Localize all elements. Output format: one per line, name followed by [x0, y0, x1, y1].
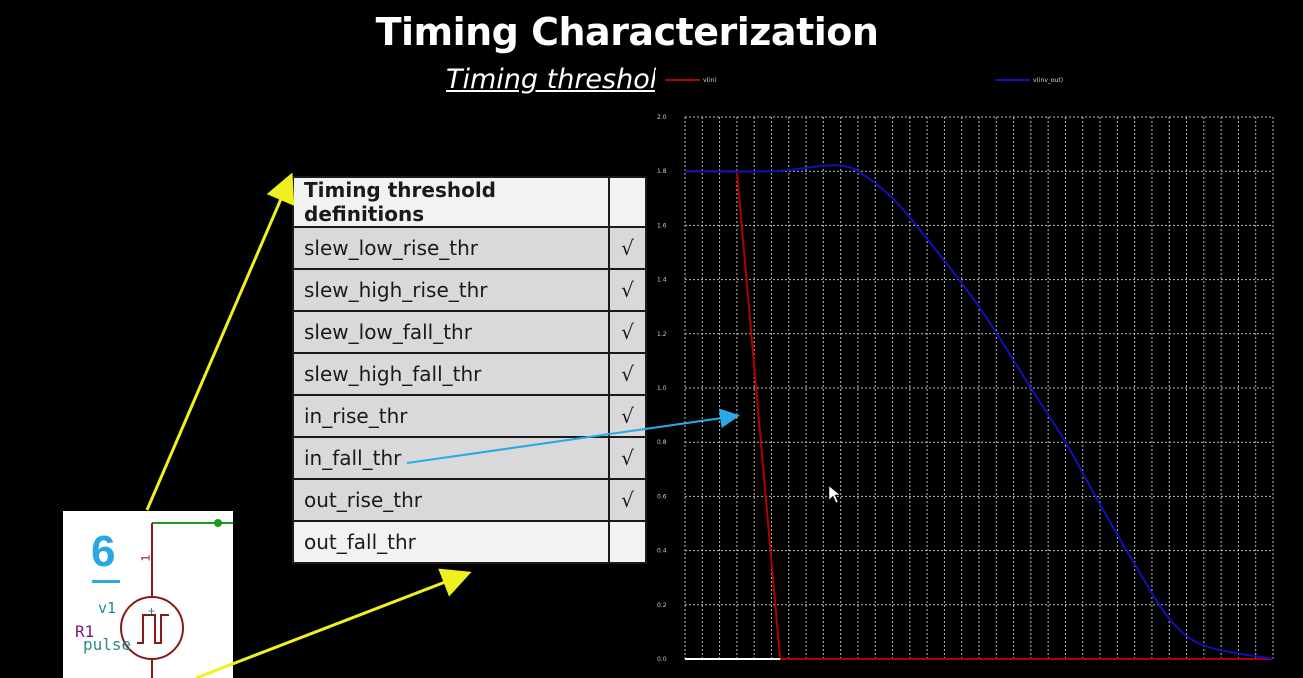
y-tick-label: 1.6	[657, 222, 667, 229]
source-label: v1	[98, 599, 117, 617]
threshold-row: out_rise_thr √	[292, 478, 647, 522]
schematic-snippet: + 6 v1 R1 pulse 1	[63, 511, 233, 678]
y-tick-label: 0.2	[657, 602, 667, 609]
yellow-arrow-to-table-bottom	[195, 568, 472, 678]
threshold-name: out_rise_thr	[292, 478, 610, 522]
y-tick-label: 1.4	[657, 277, 667, 284]
threshold-check-mark: √	[608, 478, 647, 522]
yellow-arrow-to-table	[145, 172, 295, 511]
threshold-name: slew_low_fall_thr	[292, 310, 610, 354]
y-tick-label: 0.6	[657, 493, 667, 500]
waveform-plot-svg: 2.0 1.8 1.6 1.4 1.2 1.0 0.8 0.6 0.4 0.2 0.0 v(in) v(…	[657, 77, 1274, 663]
threshold-row: in_fall_thr √	[292, 436, 647, 480]
threshold-name: slew_high_rise_thr	[292, 268, 610, 312]
y-tick-label: 1.2	[657, 331, 667, 338]
waveform-plot: 2.0 1.8 1.6 1.4 1.2 1.0 0.8 0.6 0.4 0.2 0.0 v(in) v(…	[655, 70, 1303, 678]
threshold-table-header-row: Timing threshold definitions	[292, 176, 647, 228]
slide-subtitle: Timing threshold	[446, 64, 656, 95]
threshold-name: in_fall_thr	[292, 436, 610, 480]
threshold-check-mark: √	[608, 436, 647, 480]
pin-label: 1	[138, 554, 153, 562]
y-tick-label: 0.8	[657, 439, 667, 446]
slide-title: Timing Characterization	[375, 10, 879, 54]
y-tick-label: 1.0	[657, 385, 667, 392]
threshold-name: slew_low_rise_thr	[292, 226, 610, 270]
schematic-number-underline	[92, 580, 120, 583]
y-tick-label: 2.0	[657, 114, 667, 121]
threshold-check-mark: √	[608, 394, 647, 438]
legend-label: v(inv_out)	[1033, 77, 1063, 84]
y-tick-label: 1.8	[657, 168, 667, 175]
threshold-row: slew_low_fall_thr √	[292, 310, 647, 354]
threshold-name: out_fall_thr	[292, 520, 610, 564]
threshold-row: slew_high_rise_thr √	[292, 268, 647, 312]
schematic-number: 6	[91, 527, 116, 576]
threshold-check-mark: √	[608, 352, 647, 396]
threshold-table-header: Timing threshold definitions	[292, 176, 610, 228]
threshold-check-mark: √	[608, 226, 647, 270]
y-tick-label: 0.0	[657, 656, 667, 663]
threshold-row: in_rise_thr √	[292, 394, 647, 438]
threshold-row: out_fall_thr	[292, 520, 647, 564]
threshold-check-mark	[608, 520, 647, 564]
y-tick-label: 0.4	[657, 548, 667, 555]
pulse-waveform-icon	[137, 614, 169, 644]
threshold-name: in_rise_thr	[292, 394, 610, 438]
threshold-check-mark: √	[608, 268, 647, 312]
schematic-junction-dot	[214, 519, 222, 527]
plus-terminal-icon: +	[148, 604, 155, 618]
threshold-check-mark: √	[608, 310, 647, 354]
threshold-name: slew_high_fall_thr	[292, 352, 610, 396]
legend-label: v(in)	[703, 77, 717, 84]
threshold-row: slew_high_fall_thr √	[292, 352, 647, 396]
source-type-label: pulse	[83, 635, 132, 654]
threshold-table-header-check	[608, 176, 647, 228]
threshold-table: Timing threshold definitions slew_low_ri…	[292, 176, 647, 564]
threshold-row: slew_low_rise_thr √	[292, 226, 647, 270]
